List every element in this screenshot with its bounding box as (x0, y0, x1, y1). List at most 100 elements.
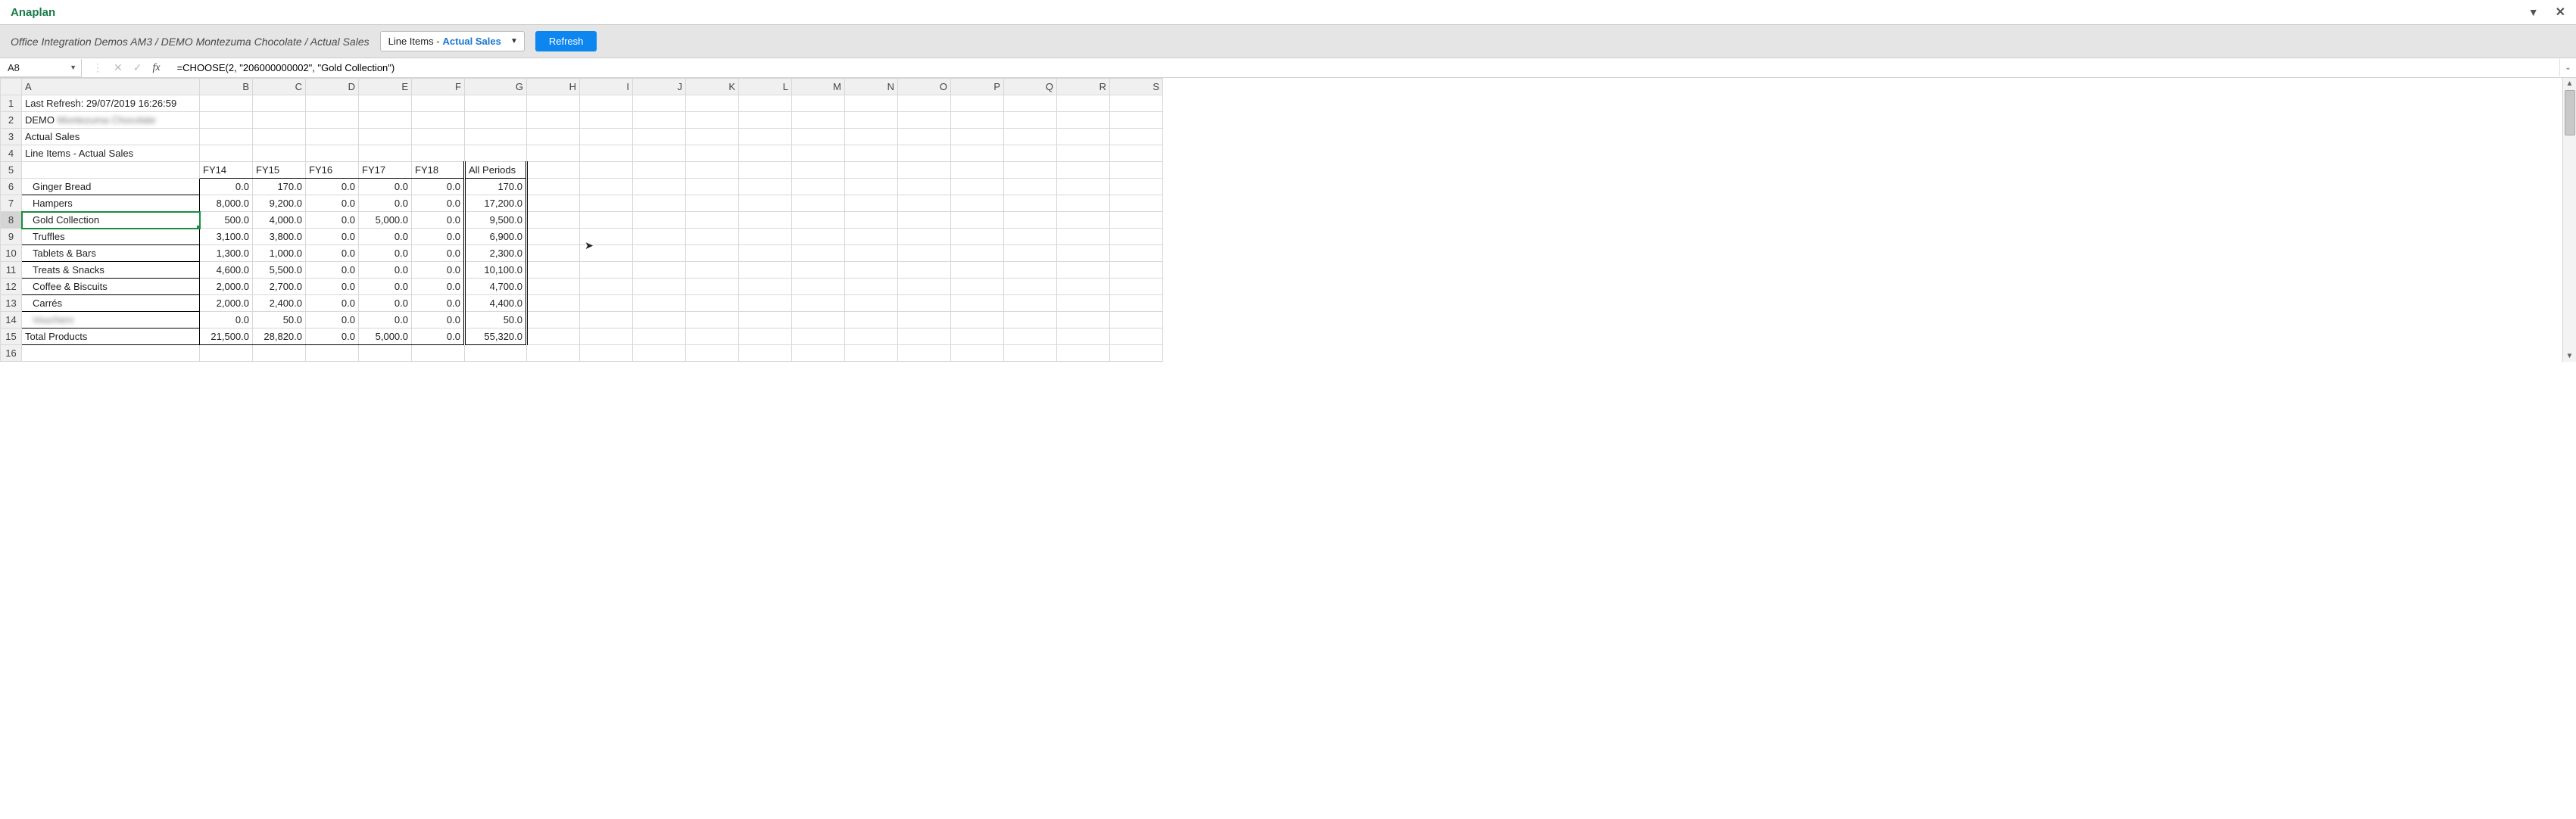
cell[interactable] (792, 229, 845, 245)
cell[interactable] (1004, 195, 1057, 212)
cell[interactable] (898, 329, 951, 345)
cell[interactable] (686, 295, 739, 312)
cell[interactable] (845, 345, 898, 362)
cell[interactable] (1110, 262, 1163, 279)
data-cell[interactable]: 9,200.0 (253, 195, 306, 212)
product-label[interactable]: Carrés (22, 295, 200, 312)
cell[interactable] (739, 212, 792, 229)
cell[interactable] (306, 345, 359, 362)
cell[interactable] (739, 95, 792, 112)
data-cell[interactable]: 0.0 (306, 279, 359, 295)
cell[interactable] (1057, 195, 1110, 212)
cell[interactable] (253, 112, 306, 129)
data-cell[interactable]: 0.0 (306, 295, 359, 312)
cell[interactable] (845, 112, 898, 129)
cell[interactable] (527, 145, 580, 162)
cell[interactable] (1110, 295, 1163, 312)
cell[interactable] (527, 279, 580, 295)
product-label[interactable]: Hampers (22, 195, 200, 212)
cell[interactable] (412, 345, 465, 362)
cell[interactable] (739, 162, 792, 179)
col-header[interactable]: H (527, 79, 580, 95)
cell[interactable] (951, 312, 1004, 329)
cell[interactable] (1004, 279, 1057, 295)
col-header[interactable]: P (951, 79, 1004, 95)
cell[interactable] (200, 95, 253, 112)
cell[interactable] (686, 229, 739, 245)
total-cell[interactable]: 5,000.0 (359, 329, 412, 345)
cell[interactable] (580, 179, 633, 195)
data-cell[interactable]: 4,600.0 (200, 262, 253, 279)
cell[interactable] (845, 129, 898, 145)
cell[interactable] (898, 112, 951, 129)
cell[interactable] (1004, 129, 1057, 145)
cell[interactable] (845, 95, 898, 112)
cell[interactable] (200, 112, 253, 129)
scroll-down-icon[interactable]: ▼ (2565, 350, 2575, 362)
cell[interactable] (898, 245, 951, 262)
cell[interactable] (580, 312, 633, 329)
cell[interactable] (898, 162, 951, 179)
row-header[interactable]: 13 (1, 295, 22, 312)
product-label[interactable]: Tablets & Bars (22, 245, 200, 262)
cell[interactable] (1004, 245, 1057, 262)
col-header[interactable]: O (898, 79, 951, 95)
formula-input[interactable] (171, 58, 2559, 77)
refresh-button[interactable]: Refresh (535, 31, 597, 51)
cell[interactable] (1057, 279, 1110, 295)
data-cell[interactable]: 9,500.0 (465, 212, 527, 229)
cell[interactable] (1057, 295, 1110, 312)
data-cell[interactable]: 4,400.0 (465, 295, 527, 312)
data-cell[interactable]: 0.0 (359, 279, 412, 295)
cell[interactable] (898, 262, 951, 279)
cell[interactable] (1110, 245, 1163, 262)
cell[interactable] (580, 212, 633, 229)
cell[interactable] (739, 295, 792, 312)
data-cell[interactable]: 6,900.0 (465, 229, 527, 245)
period-header[interactable]: FY17 (359, 162, 412, 179)
cell[interactable] (1110, 312, 1163, 329)
product-label[interactable]: Treats & Snacks (22, 262, 200, 279)
cell[interactable] (792, 345, 845, 362)
row-header[interactable]: 4 (1, 145, 22, 162)
total-cell[interactable]: 55,320.0 (465, 329, 527, 345)
row-header[interactable]: 9 (1, 229, 22, 245)
data-cell[interactable]: 0.0 (306, 229, 359, 245)
col-header[interactable]: J (633, 79, 686, 95)
cell[interactable] (686, 329, 739, 345)
cell[interactable] (1004, 95, 1057, 112)
cell[interactable] (306, 95, 359, 112)
data-cell[interactable]: 10,100.0 (465, 262, 527, 279)
cell[interactable] (1110, 212, 1163, 229)
scroll-up-icon[interactable]: ▲ (2565, 78, 2575, 89)
cell[interactable] (951, 95, 1004, 112)
data-cell[interactable]: 2,300.0 (465, 245, 527, 262)
row-header[interactable]: 12 (1, 279, 22, 295)
cell[interactable] (527, 179, 580, 195)
cell[interactable] (845, 179, 898, 195)
col-header[interactable]: C (253, 79, 306, 95)
cell[interactable] (845, 312, 898, 329)
cell[interactable] (739, 279, 792, 295)
col-header[interactable]: B (200, 79, 253, 95)
cell[interactable] (1004, 179, 1057, 195)
total-label[interactable]: Total Products (22, 329, 200, 345)
cell[interactable] (253, 95, 306, 112)
cell[interactable] (739, 345, 792, 362)
cell[interactable] (527, 162, 580, 179)
cell[interactable] (527, 245, 580, 262)
cell[interactable] (633, 179, 686, 195)
cell[interactable] (580, 262, 633, 279)
cell[interactable] (465, 112, 527, 129)
row-header[interactable]: 14 (1, 312, 22, 329)
cell[interactable] (580, 145, 633, 162)
cell[interactable] (845, 145, 898, 162)
cell[interactable] (951, 345, 1004, 362)
cell[interactable] (633, 279, 686, 295)
cell[interactable] (527, 262, 580, 279)
cell[interactable]: Last Refresh: 29/07/2019 16:26:59 (22, 95, 200, 112)
row-header[interactable]: 10 (1, 245, 22, 262)
row-header[interactable]: 3 (1, 129, 22, 145)
data-cell[interactable]: 0.0 (412, 229, 465, 245)
data-cell[interactable]: 170.0 (465, 179, 527, 195)
